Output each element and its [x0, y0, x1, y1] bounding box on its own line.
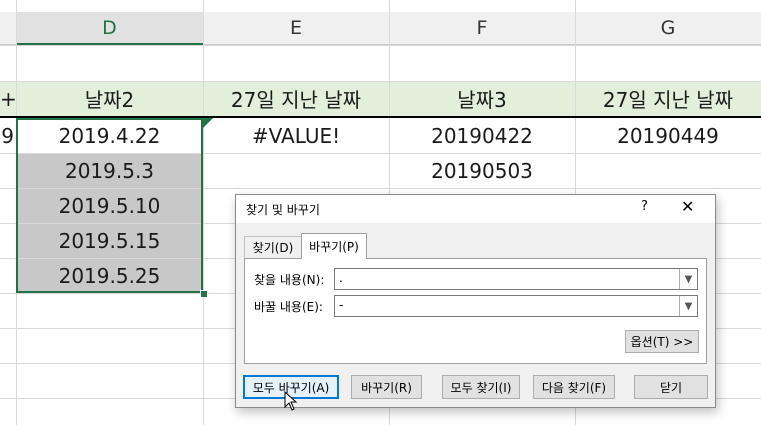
dialog-title: 찾기 및 바꾸기	[246, 203, 320, 217]
find-what-value: .	[339, 271, 343, 285]
replace-with-label: 바꿀 내용(E):	[254, 300, 323, 314]
cell-f-row2[interactable]: 20190503	[389, 153, 575, 188]
tab-find[interactable]: 찾기(D)	[244, 236, 302, 258]
cell-f-row1[interactable]: 20190422	[389, 118, 575, 153]
error-indicator-icon[interactable]	[203, 118, 213, 128]
dialog-titlebar[interactable]: 찾기 및 바꾸기 ? ✕	[236, 195, 715, 223]
tab-replace[interactable]: 바꾸기(P)	[301, 233, 367, 259]
options-button[interactable]: 옵션(T) >>	[625, 330, 699, 353]
close-button[interactable]: 닫기	[634, 375, 708, 399]
replace-with-value: -	[339, 298, 344, 312]
find-what-input[interactable]: . ▼	[334, 268, 698, 290]
chevron-down-icon[interactable]: ▼	[679, 296, 697, 316]
cell-e-header[interactable]: 27일 지난 날짜	[203, 81, 389, 116]
find-all-button[interactable]: 모두 찾기(I)	[442, 375, 520, 399]
cell-e-row1[interactable]: #VALUE!	[203, 118, 389, 153]
replace-button[interactable]: 바꾸기(R)	[351, 375, 422, 399]
mouse-pointer-icon	[284, 391, 298, 411]
selection-range	[16, 118, 203, 293]
cell-g-row1[interactable]: 20190449	[575, 118, 761, 153]
find-what-label: 찾을 내용(N):	[254, 273, 325, 287]
find-next-button[interactable]: 다음 찾기(F)	[533, 375, 615, 399]
cell-g-header[interactable]: 27일 지난 날짜	[575, 81, 761, 116]
column-header-g[interactable]: G	[575, 12, 761, 45]
help-icon[interactable]: ?	[641, 199, 648, 214]
fill-handle[interactable]	[200, 290, 208, 298]
chevron-down-icon[interactable]: ▼	[679, 269, 697, 289]
replace-panel: 찾을 내용(N): . ▼ 바꿀 내용(E): - ▼ 옵션(T) >>	[244, 258, 707, 364]
column-header-d[interactable]: D	[16, 12, 203, 45]
close-icon[interactable]: ✕	[681, 197, 694, 216]
column-header-f[interactable]: F	[389, 12, 575, 45]
cell-c-header[interactable]: +	[0, 81, 16, 116]
cell-d-header[interactable]: 날짜2	[16, 81, 203, 116]
cell-f-header[interactable]: 날짜3	[389, 81, 575, 116]
column-header-c-partial[interactable]	[0, 12, 16, 45]
column-header-e[interactable]: E	[203, 12, 389, 45]
replace-with-input[interactable]: - ▼	[334, 295, 698, 317]
find-replace-dialog: 찾기 및 바꾸기 ? ✕ 찾기(D) 바꾸기(P) 찾을 내용(N): . ▼ …	[235, 194, 716, 408]
cell-c-row1[interactable]: 9	[0, 118, 14, 153]
